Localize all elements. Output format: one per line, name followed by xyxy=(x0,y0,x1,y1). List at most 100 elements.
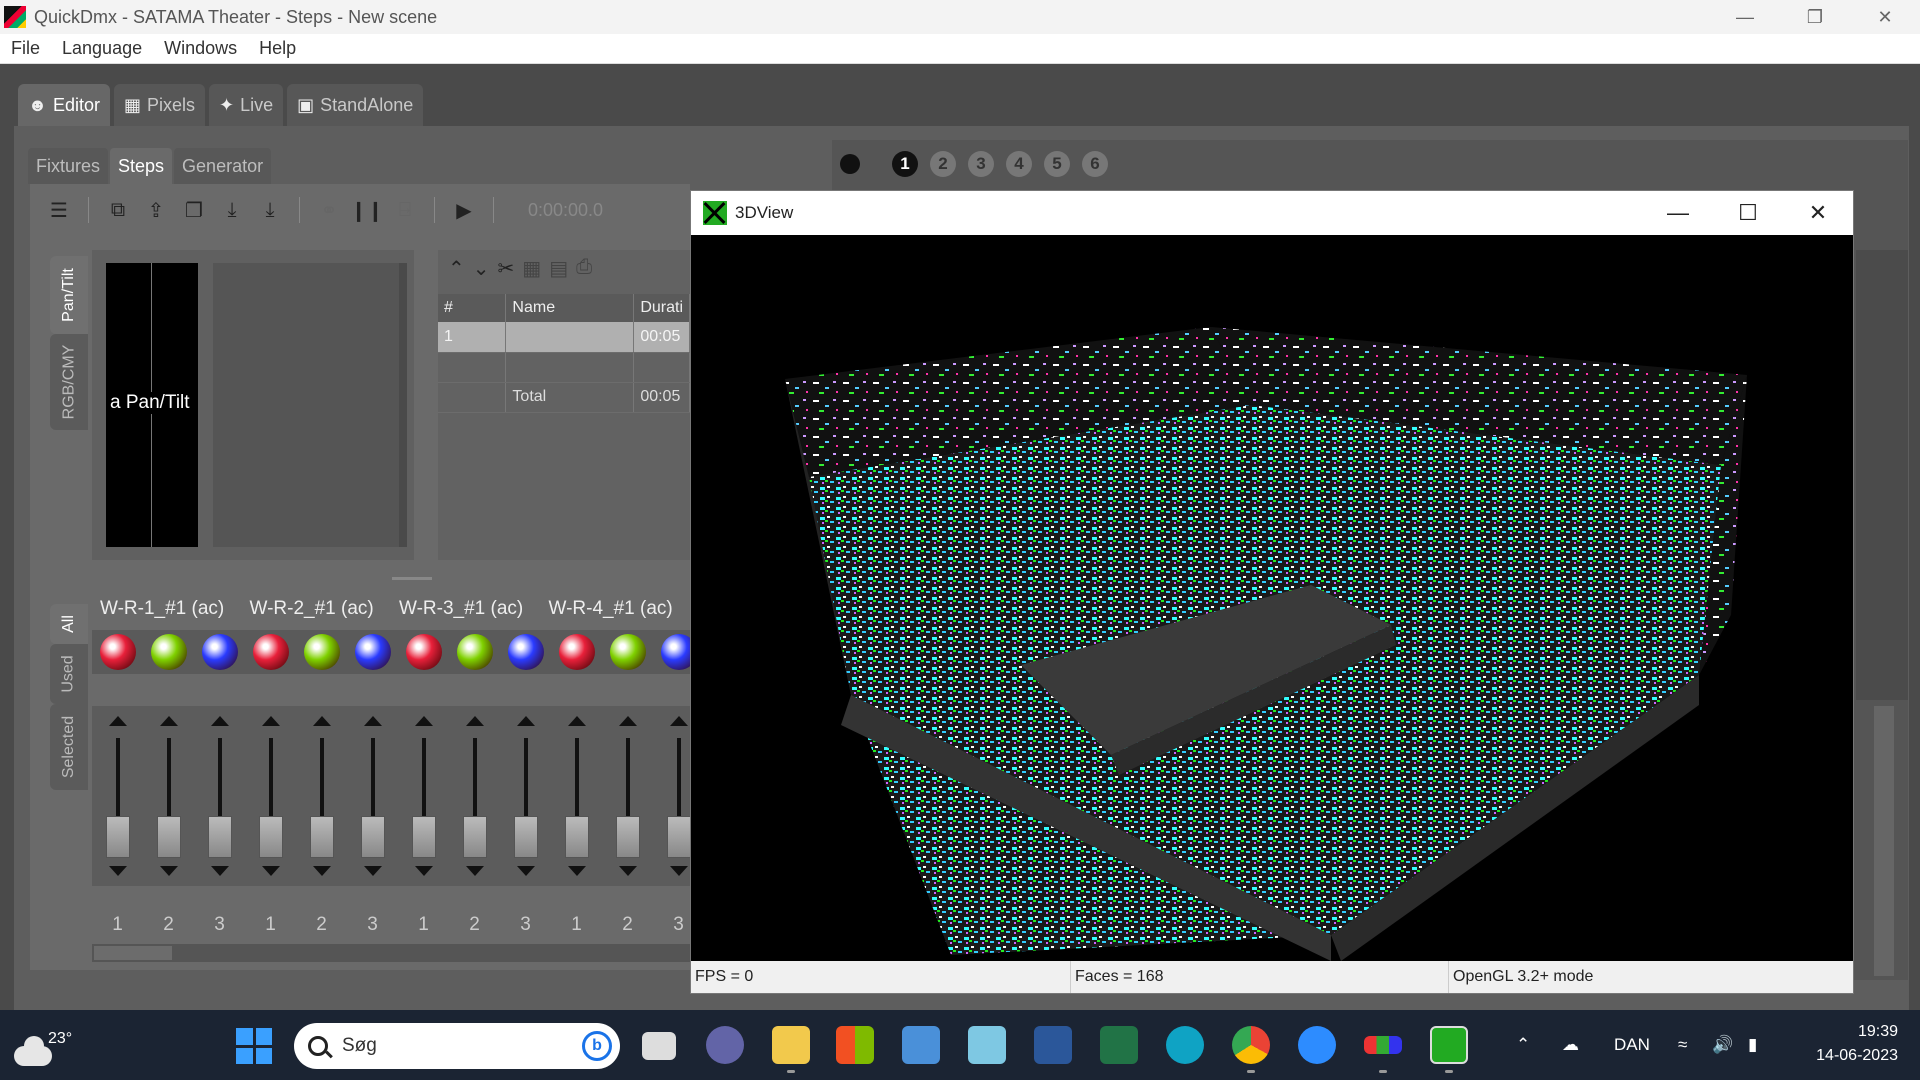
table-row[interactable]: 1 00:05 xyxy=(438,322,690,353)
channel-led-cell[interactable] xyxy=(347,630,398,674)
menu-language[interactable]: Language xyxy=(51,38,153,59)
menu-windows[interactable]: Windows xyxy=(153,38,248,59)
col-duration[interactable]: Durati xyxy=(633,294,690,322)
fader-down-icon[interactable] xyxy=(619,866,637,876)
scene-tab-6[interactable]: 6 xyxy=(1082,151,1108,177)
tab-steps[interactable]: Steps xyxy=(110,148,173,184)
fader-down-icon[interactable] xyxy=(415,866,433,876)
file-explorer-icon[interactable] xyxy=(772,1026,810,1064)
fader-down-icon[interactable] xyxy=(466,866,484,876)
menu-help[interactable]: Help xyxy=(248,38,307,59)
scene-tab-2[interactable]: 2 xyxy=(930,151,956,177)
fader-down-icon[interactable] xyxy=(109,866,127,876)
bars-icon[interactable]: ❙❙ xyxy=(350,195,384,225)
insert-step-icon[interactable]: ⇪ xyxy=(141,195,171,225)
word-icon[interactable] xyxy=(1034,1026,1072,1064)
fader-knob[interactable] xyxy=(157,816,181,858)
tab-standalone[interactable]: ▣ StandAlone xyxy=(287,84,424,126)
tab-editor[interactable]: ☻ Editor xyxy=(18,84,110,126)
channel-led-cell[interactable] xyxy=(194,630,245,674)
tab-used[interactable]: Used xyxy=(50,644,88,704)
fader-knob[interactable] xyxy=(616,816,640,858)
channel-led-cell[interactable] xyxy=(92,630,143,674)
3d-maximize-button[interactable]: ☐ xyxy=(1713,191,1783,235)
task-view-icon[interactable] xyxy=(642,1032,676,1060)
battery-icon[interactable]: ▮ xyxy=(1748,1010,1757,1080)
fader-up-icon[interactable] xyxy=(160,716,178,726)
windows-start-icon[interactable] xyxy=(236,1028,272,1064)
fader-knob[interactable] xyxy=(463,816,487,858)
scene-tab-3[interactable]: 3 xyxy=(968,151,994,177)
channel-led-cell[interactable] xyxy=(602,630,653,674)
close-button[interactable]: ✕ xyxy=(1850,0,1920,34)
edge-icon[interactable] xyxy=(1166,1026,1204,1064)
tab-rgb-cmy[interactable]: RGB/CMY xyxy=(50,334,88,430)
fader-knob[interactable] xyxy=(361,816,385,858)
fader-down-icon[interactable] xyxy=(670,866,688,876)
fader-up-icon[interactable] xyxy=(517,716,535,726)
channel-horizontal-scrollbar[interactable] xyxy=(92,944,690,962)
notepad-icon[interactable] xyxy=(968,1026,1006,1064)
fader-down-icon[interactable] xyxy=(364,866,382,876)
restore-button[interactable]: ❐ xyxy=(1780,0,1850,34)
tab-all[interactable]: All xyxy=(50,604,88,644)
channel-led-cell[interactable] xyxy=(143,630,194,674)
onedrive-icon[interactable]: ☁ xyxy=(1562,1010,1579,1080)
fader-up-icon[interactable] xyxy=(262,716,280,726)
new-step-icon[interactable]: ⧉ xyxy=(103,195,133,225)
minimize-button[interactable]: — xyxy=(1710,0,1780,34)
fader-up-icon[interactable] xyxy=(211,716,229,726)
play-icon[interactable]: ▶ xyxy=(449,195,479,225)
fader-up-icon[interactable] xyxy=(109,716,127,726)
taskbar-search[interactable]: Søg b xyxy=(294,1023,620,1069)
clock[interactable]: 19:39 14-06-2023 xyxy=(1816,1020,1898,1068)
store-icon[interactable] xyxy=(836,1026,874,1064)
channel-led-cell[interactable] xyxy=(245,630,296,674)
import-icon[interactable]: ⤓ xyxy=(217,195,247,225)
col-name[interactable]: Name xyxy=(505,294,635,322)
channel-led-cell[interactable] xyxy=(449,630,500,674)
channel-led-cell[interactable] xyxy=(551,630,602,674)
move-up-icon[interactable]: ⌃ xyxy=(448,256,465,286)
wifi-icon[interactable]: ≈ xyxy=(1678,1010,1687,1080)
link-icon[interactable]: ⚭ xyxy=(314,195,344,225)
tab-generator[interactable]: Generator xyxy=(174,148,272,184)
pan-tilt-list[interactable] xyxy=(213,263,407,547)
eraser-icon[interactable]: ⍈ xyxy=(390,195,420,225)
fader-knob[interactable] xyxy=(565,816,589,858)
print-icon[interactable]: ⎙ xyxy=(576,256,592,286)
3d-minimize-button[interactable]: — xyxy=(1643,191,1713,235)
right-scrollbar[interactable] xyxy=(1874,706,1894,976)
3d-close-button[interactable]: ✕ xyxy=(1783,191,1853,235)
table-row[interactable] xyxy=(438,352,690,383)
tab-pixels[interactable]: ▦ Pixels xyxy=(113,84,206,126)
tab-pan-tilt[interactable]: Pan/Tilt xyxy=(50,256,88,334)
scene-tab-5[interactable]: 5 xyxy=(1044,151,1070,177)
copy-step-icon[interactable]: ❐ xyxy=(179,195,209,225)
bing-icon[interactable]: b xyxy=(582,1031,612,1061)
scrollbar-thumb[interactable] xyxy=(94,946,172,960)
tab-selected[interactable]: Selected xyxy=(50,704,88,790)
fader-down-icon[interactable] xyxy=(211,866,229,876)
fader-up-icon[interactable] xyxy=(364,716,382,726)
scene-tab-1[interactable]: 1 xyxy=(892,151,918,177)
3d-render-canvas[interactable] xyxy=(691,235,1853,961)
excel-icon[interactable] xyxy=(1100,1026,1138,1064)
cut-icon[interactable]: ✂ xyxy=(498,256,515,286)
fader-up-icon[interactable] xyxy=(619,716,637,726)
fader-knob[interactable] xyxy=(106,816,130,858)
tab-fixtures[interactable]: Fixtures xyxy=(28,148,109,184)
fader-up-icon[interactable] xyxy=(313,716,331,726)
fader-knob[interactable] xyxy=(310,816,334,858)
fader-knob[interactable] xyxy=(667,816,691,858)
fader-up-icon[interactable] xyxy=(568,716,586,726)
fader-up-icon[interactable] xyxy=(670,716,688,726)
scene-tab-4[interactable]: 4 xyxy=(1006,151,1032,177)
move-down-icon[interactable]: ⌄ xyxy=(473,256,490,286)
zoom-icon[interactable] xyxy=(1298,1026,1336,1064)
fader-up-icon[interactable] xyxy=(466,716,484,726)
channel-led-cell[interactable] xyxy=(500,630,551,674)
volume-icon[interactable]: 🔊 xyxy=(1712,1010,1733,1080)
quickdmx-icon[interactable] xyxy=(1364,1036,1402,1054)
window-icon[interactable]: ▤ xyxy=(549,256,568,286)
